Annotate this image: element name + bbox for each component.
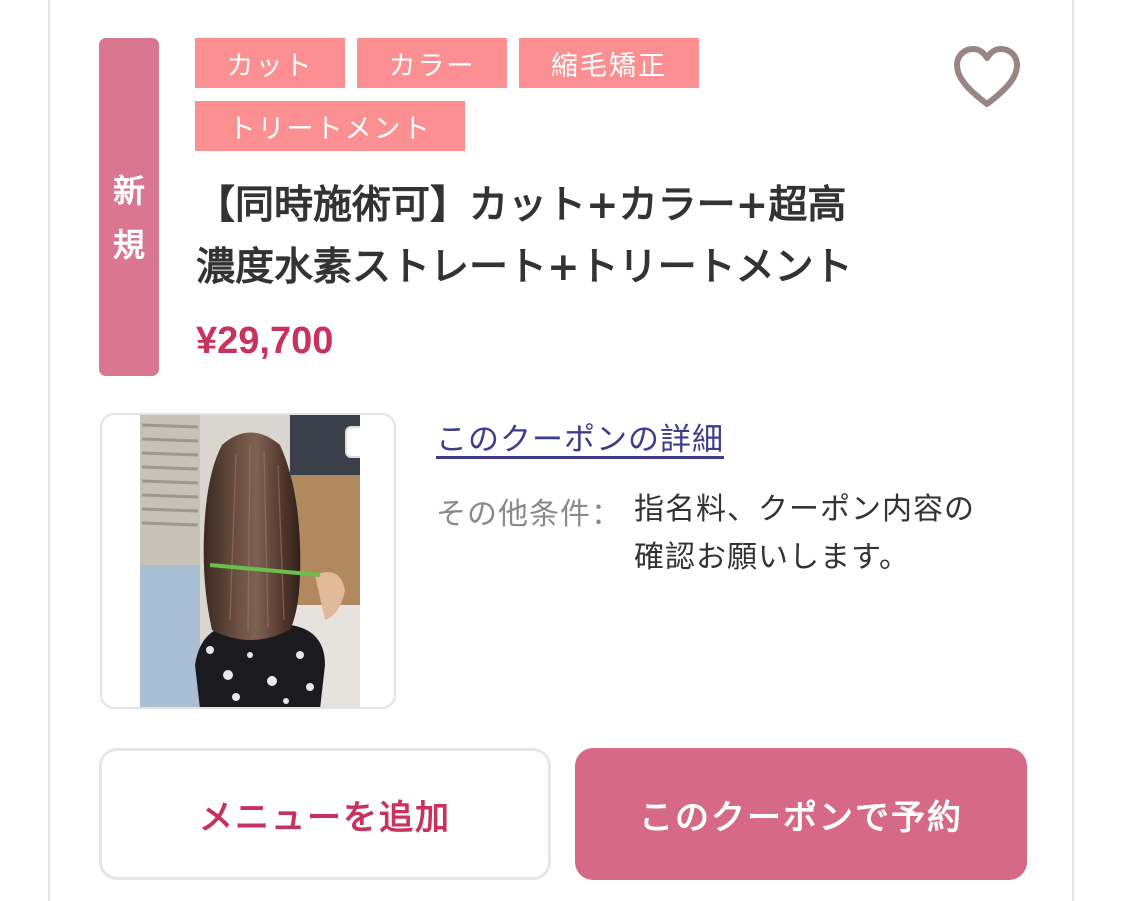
coupon-detail-link[interactable]: このクーポンの詳細: [436, 414, 724, 459]
coupon-title: 【同時施術可】カット+カラー+超高 濃度水素ストレート+トリートメント: [196, 175, 916, 299]
coupon-photo-frame[interactable]: [100, 413, 396, 709]
coupon-title-line-2: 濃度水素ストレート+トリートメント: [196, 245, 853, 290]
condition-line-1: 指名料、クーポン内容の: [634, 492, 975, 527]
condition-label: その他条件：: [436, 497, 622, 532]
add-menu-button[interactable]: メニューを追加: [99, 748, 551, 880]
favorite-heart-icon[interactable]: [952, 44, 1022, 110]
coupon-title-line-1: 【同時施術可】カット+カラー+超高: [196, 183, 847, 228]
condition-line-2: 確認お願いします。: [634, 540, 910, 575]
tag-straightening: 縮毛矯正: [519, 38, 699, 88]
tag-cut: カット: [195, 38, 345, 88]
new-badge-char-2: 規: [112, 226, 145, 264]
new-badge-char-1: 新: [112, 172, 145, 210]
reserve-coupon-button[interactable]: このクーポンで予約: [575, 748, 1027, 880]
coupon-price: ¥29,700: [196, 320, 334, 362]
tag-color: カラー: [357, 38, 507, 88]
new-badge: 新 規: [99, 38, 159, 376]
hair-style-photo: [140, 415, 360, 707]
condition-value: 指名料、クーポン内容の 確認お願いします。: [634, 486, 1024, 582]
tag-treatment: トリートメント: [195, 101, 465, 151]
